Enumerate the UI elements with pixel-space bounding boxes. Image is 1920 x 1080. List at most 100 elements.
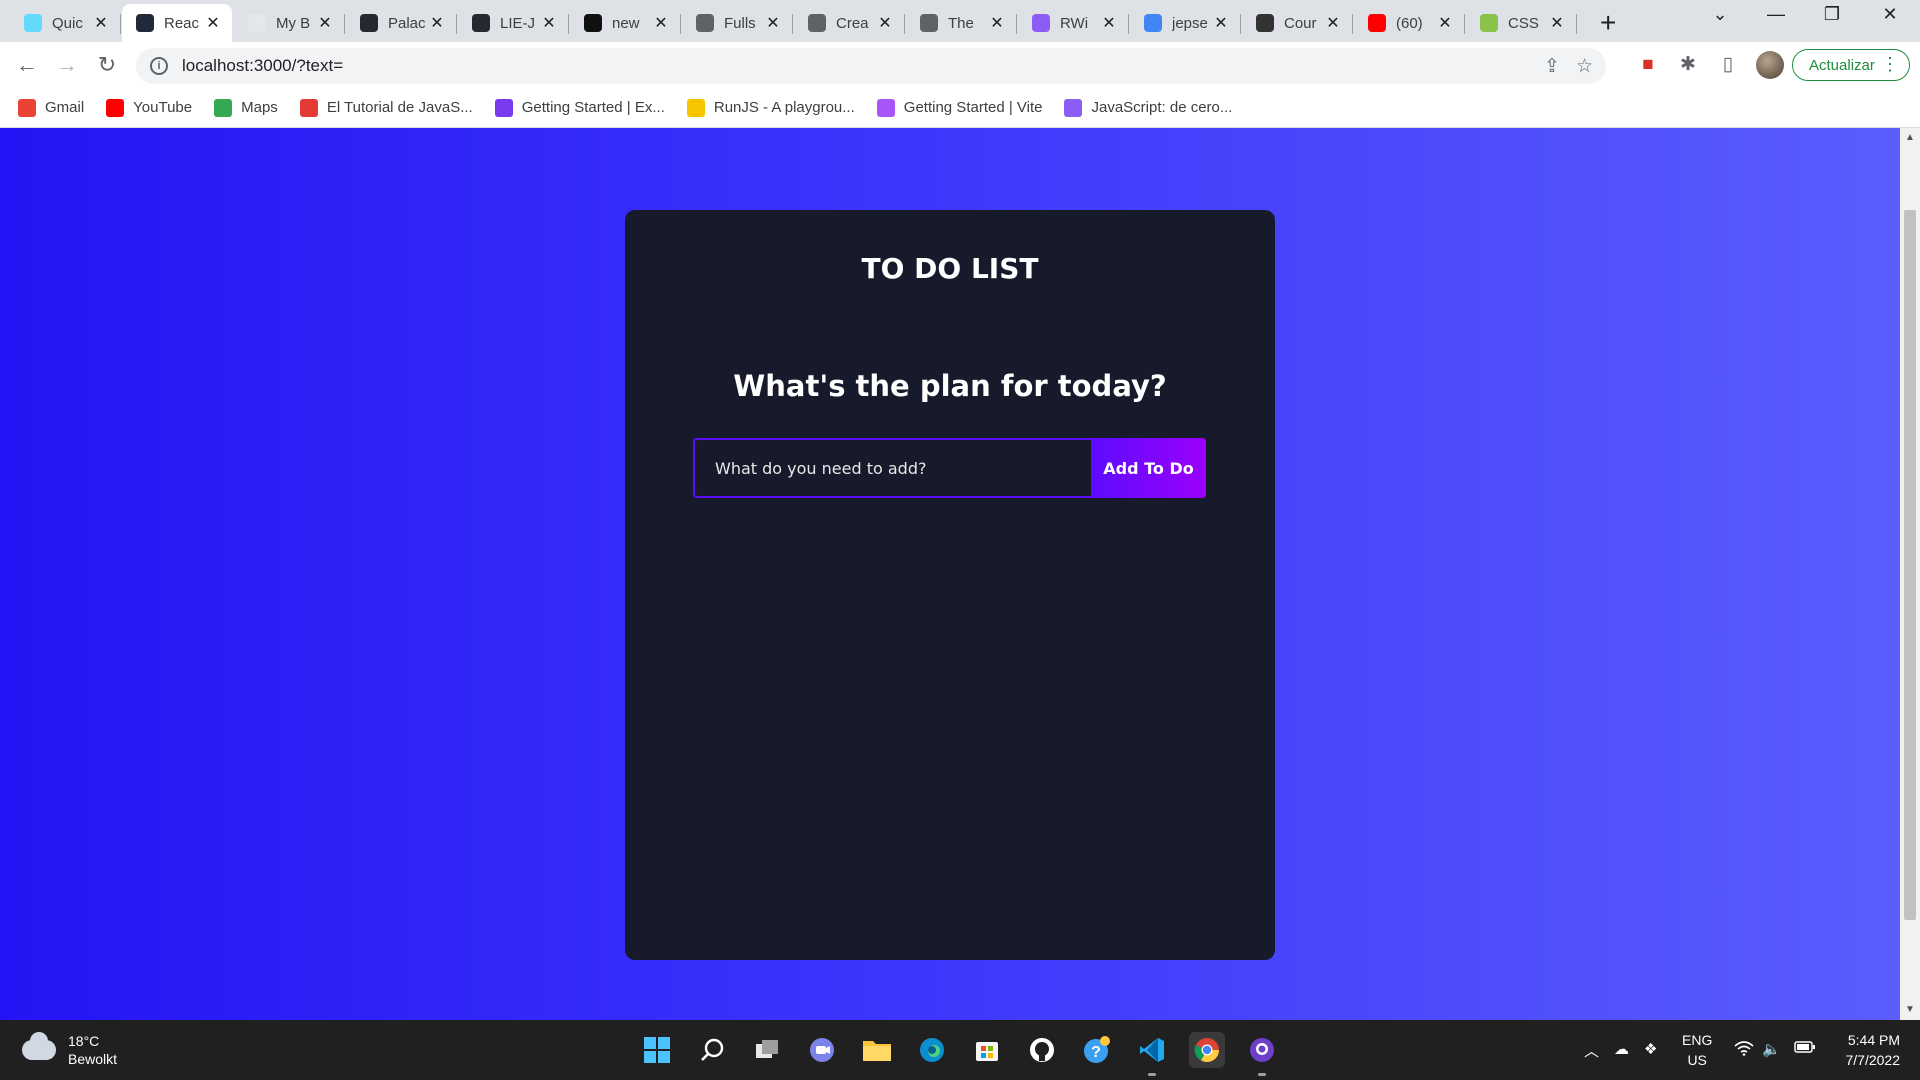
search-icon[interactable] (694, 1032, 730, 1068)
file-explorer-icon[interactable] (859, 1032, 895, 1068)
todo-form: Add To Do (693, 438, 1206, 498)
windows-start-icon[interactable] (639, 1032, 675, 1068)
weather-widget[interactable]: 18°C Bewolkt (22, 1032, 117, 1068)
chrome-icon[interactable] (1189, 1032, 1225, 1068)
browser-tab[interactable]: jepse ✕ (1130, 4, 1241, 42)
browser-tab[interactable]: RWi ✕ (1018, 4, 1129, 42)
tab-close-icon[interactable]: ✕ (204, 13, 222, 33)
scroll-up-icon[interactable]: ▲ (1905, 132, 1915, 143)
site-info-icon[interactable]: i (150, 57, 168, 75)
browser-tab[interactable]: Quic ✕ (10, 4, 121, 42)
profile-avatar[interactable] (1756, 51, 1784, 79)
system-clock[interactable]: 5:44 PM 7/7/2022 (1830, 1030, 1901, 1070)
browser-tab[interactable]: Crea ✕ (794, 4, 905, 42)
share-icon[interactable]: ⇪ (1544, 55, 1560, 78)
help-icon[interactable]: ? (1079, 1032, 1115, 1068)
cloud-icon (22, 1032, 56, 1060)
puzzle-extensions-icon[interactable]: ✱ (1676, 53, 1700, 77)
tab-close-icon[interactable]: ✕ (1212, 13, 1230, 33)
tab-close-icon[interactable]: ✕ (1436, 13, 1454, 33)
bookmark-label: El Tutorial de JavaS... (326, 99, 473, 116)
behance-icon (248, 14, 266, 32)
scroll-down-icon[interactable]: ▼ (1905, 1004, 1915, 1015)
volume-icon[interactable]: 🔈 (1762, 1040, 1781, 1058)
browser-tab[interactable]: LIE-J ✕ (458, 4, 569, 42)
tab-close-icon[interactable]: ✕ (876, 13, 894, 33)
tab-close-icon[interactable]: ✕ (1100, 13, 1118, 33)
bookmark-star-icon[interactable]: ☆ (1576, 55, 1593, 78)
tutorial-icon (299, 98, 318, 117)
forward-arrow-icon[interactable]: → (52, 50, 82, 80)
tab-close-icon[interactable]: ✕ (92, 13, 110, 33)
bookmark-item[interactable]: Gmail (18, 98, 84, 117)
clock-date: 7/7/2022 (1845, 1052, 1901, 1068)
extension-icon[interactable]: ■ (1636, 53, 1660, 77)
bookmark-label: Maps (241, 99, 278, 116)
tab-close-icon[interactable]: ✕ (652, 13, 670, 33)
bookmark-item[interactable]: YouTube (106, 98, 193, 117)
side-panel-icon[interactable]: ▯ (1716, 53, 1740, 77)
bookmark-item[interactable]: Getting Started | Ex... (494, 98, 665, 117)
bookmark-item[interactable]: RunJS - A playgrou... (686, 98, 855, 117)
tab-close-icon[interactable]: ✕ (316, 13, 334, 33)
bookmark-label: YouTube (133, 99, 193, 116)
tab-close-icon[interactable]: ✕ (988, 13, 1006, 33)
minimize-icon[interactable]: — (1756, 4, 1796, 25)
back-arrow-icon[interactable]: ← (12, 50, 42, 80)
github-desktop-icon[interactable] (1244, 1032, 1280, 1076)
reload-icon[interactable]: ↻ (92, 50, 122, 80)
update-button[interactable]: Actualizar ⋮ (1792, 49, 1910, 81)
bookmarks-bar: Gmail YouTube Maps El Tutorial de JavaS... G… (0, 88, 1920, 128)
tab-close-icon[interactable]: ✕ (540, 13, 558, 33)
language-indicator[interactable]: ENG US (1682, 1030, 1712, 1070)
bookmark-item[interactable]: Maps (214, 98, 278, 117)
tab-search-icon[interactable]: ⌄ (1700, 4, 1740, 25)
scrollbar-thumb[interactable] (1904, 210, 1916, 920)
battery-icon[interactable] (1794, 1040, 1816, 1058)
page-scrollbar[interactable]: ▲ ▼ (1900, 128, 1920, 1020)
nc-icon (584, 14, 602, 32)
add-todo-button[interactable]: Add To Do (1091, 438, 1206, 498)
browser-tab[interactable]: (60) ✕ (1354, 4, 1465, 42)
todo-app-card: TO DO LIST What's the plan for today? Ad… (625, 210, 1275, 960)
menu-dots-icon[interactable]: ⋮ (1881, 54, 1899, 75)
task-view-icon[interactable] (749, 1032, 785, 1068)
browser-tab[interactable]: My B ✕ (234, 4, 345, 42)
tab-separator (1464, 14, 1465, 34)
tray-chevron-icon[interactable]: ︿ (1584, 1040, 1599, 1061)
app-title: TO DO LIST (861, 252, 1039, 285)
bookmark-item[interactable]: El Tutorial de JavaS... (299, 98, 473, 117)
browser-tab[interactable]: new ✕ (570, 4, 681, 42)
close-window-icon[interactable]: ✕ (1870, 4, 1910, 25)
tab-close-icon[interactable]: ✕ (1324, 13, 1342, 33)
bookmark-item[interactable]: Getting Started | Vite (876, 98, 1042, 117)
url-text[interactable]: localhost:3000/?text= (182, 56, 343, 76)
runjs-icon (686, 98, 705, 117)
edge-browser-icon[interactable] (914, 1032, 950, 1068)
browser-tab[interactable]: Cour ✕ (1242, 4, 1353, 42)
teams-chat-icon[interactable] (804, 1032, 840, 1068)
browser-tab[interactable]: CSS ✕ (1466, 4, 1577, 42)
gmail-icon (18, 98, 36, 117)
browser-tab[interactable]: Fulls ✕ (682, 4, 793, 42)
tab-title: The (948, 14, 974, 32)
onedrive-icon[interactable]: ☁ (1614, 1040, 1629, 1058)
github-icon[interactable] (1024, 1032, 1060, 1068)
browser-tab[interactable]: Reac ✕ (122, 4, 232, 42)
address-bar[interactable]: i localhost:3000/?text= ⇪ ☆ (136, 48, 1606, 84)
tab-close-icon[interactable]: ✕ (428, 13, 446, 33)
update-label: Actualizar (1809, 56, 1875, 74)
vscode-icon[interactable] (1134, 1032, 1170, 1076)
youtube-icon (106, 98, 125, 117)
browser-tab[interactable]: The ✕ (906, 4, 1017, 42)
restore-icon[interactable]: ❐ (1812, 4, 1852, 25)
dropbox-icon[interactable]: ❖ (1644, 1040, 1657, 1058)
new-tab-button[interactable]: + (1600, 7, 1616, 39)
wifi-icon[interactable] (1734, 1040, 1754, 1060)
microsoft-store-icon[interactable] (969, 1032, 1005, 1068)
tab-close-icon[interactable]: ✕ (1548, 13, 1566, 33)
bookmark-item[interactable]: JavaScript: de cero... (1064, 98, 1232, 117)
tab-close-icon[interactable]: ✕ (764, 13, 782, 33)
todo-input[interactable] (693, 438, 1091, 498)
browser-tab[interactable]: Palac ✕ (346, 4, 457, 42)
